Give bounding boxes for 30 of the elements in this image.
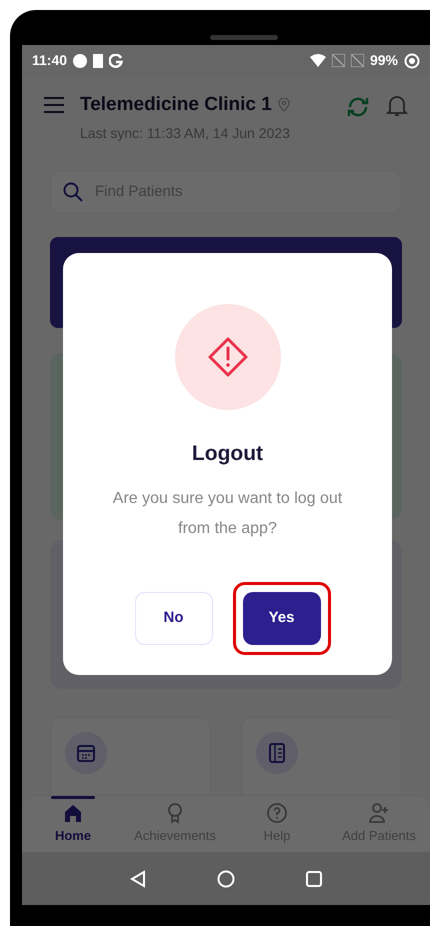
clinic-name: Telemedicine Clinic 1 <box>80 92 272 117</box>
status-time: 11:40 <box>32 51 68 70</box>
bell-icon[interactable] <box>386 94 408 118</box>
back-icon[interactable] <box>129 870 147 888</box>
location-pin-icon[interactable] <box>278 98 290 112</box>
home-icon <box>62 802 84 824</box>
battery-ring-icon <box>404 52 420 69</box>
menu-icon[interactable] <box>44 96 64 113</box>
recents-icon[interactable] <box>305 870 323 888</box>
sync-icon[interactable] <box>346 94 370 119</box>
wifi-icon <box>310 54 326 68</box>
speaker-grille <box>210 35 278 40</box>
add-person-icon <box>368 802 390 824</box>
calendar-icon <box>65 732 107 774</box>
confirm-button[interactable]: Yes <box>242 592 320 644</box>
nav-tab[interactable]: Home <box>22 796 124 852</box>
battery-percent: 99% <box>370 51 398 70</box>
search-icon <box>63 182 83 202</box>
dialog-title: Logout <box>192 441 264 467</box>
help-icon <box>266 802 288 824</box>
active-tab-indicator <box>51 796 95 799</box>
status-app-icon <box>73 54 88 68</box>
sim-card-icon <box>93 54 104 68</box>
dialog-message: Are you sure you want to log out from the app? <box>112 488 344 538</box>
list-icon <box>256 732 298 774</box>
cancel-button[interactable]: No <box>134 592 212 644</box>
g-logo-icon <box>109 54 124 68</box>
no-signal-icon <box>332 54 345 68</box>
home-circle-icon[interactable] <box>217 870 235 888</box>
no-signal-icon <box>350 54 364 68</box>
